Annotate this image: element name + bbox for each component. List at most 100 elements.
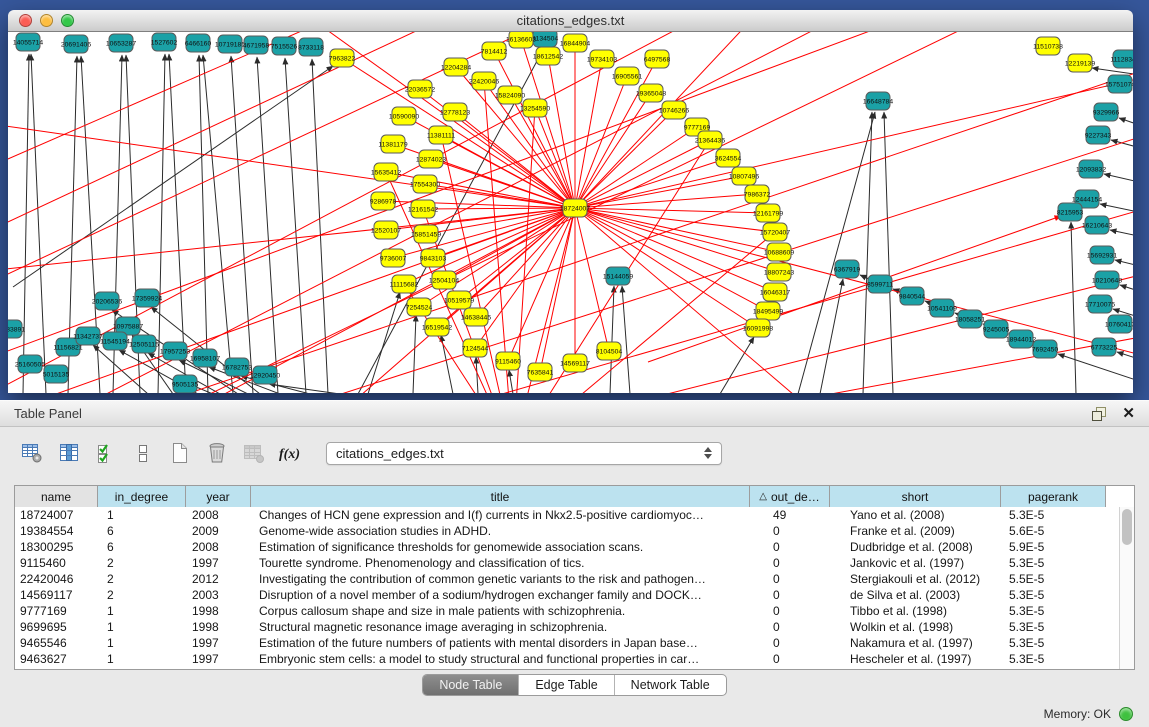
graph-node[interactable]: 15144059 [603, 267, 633, 285]
graph-node[interactable]: 19734103 [587, 50, 617, 68]
graph-node[interactable]: 18724007 [560, 199, 590, 217]
table-row[interactable]: 1456911722003Disruption of a novel membe… [15, 587, 1119, 603]
graph-node[interactable]: 10541109 [927, 299, 957, 317]
graph-node[interactable]: 22420046 [469, 72, 499, 90]
close-panel-icon[interactable]: ✕ [1122, 407, 1135, 421]
scrollbar-thumb[interactable] [1122, 509, 1132, 545]
graph-node[interactable]: 16958107 [190, 349, 220, 367]
graph-node[interactable]: 15824090 [495, 86, 525, 104]
graph-node[interactable]: 7986372 [744, 185, 771, 203]
graph-node[interactable]: 16136603 [506, 32, 536, 48]
graph-node[interactable]: 12874023 [416, 150, 446, 168]
unselect-all-rows-button[interactable] [127, 438, 159, 468]
graph-node[interactable]: 17710075 [1085, 295, 1115, 313]
graph-node[interactable]: 22036572 [405, 80, 435, 98]
graph-node[interactable]: 10653287 [106, 34, 136, 52]
graph-node[interactable]: 13254590 [520, 99, 550, 117]
graph-node[interactable]: 6497568 [644, 50, 671, 68]
graph-node[interactable]: 10519579 [444, 291, 474, 309]
graph-node[interactable]: 6773225 [1091, 338, 1118, 356]
table-scrollbar[interactable] [1119, 507, 1134, 669]
graph-node[interactable]: 8215953 [1057, 203, 1084, 221]
graph-node[interactable]: 16046317 [760, 283, 790, 301]
graph-node[interactable]: 16091998 [743, 319, 773, 337]
graph-node[interactable]: 15851459 [411, 225, 441, 243]
graph-node[interactable]: 21364436 [695, 131, 725, 149]
column-header-out-degree[interactable]: △out_de… [750, 486, 830, 507]
graph-node[interactable]: 15751074 [1105, 75, 1133, 93]
new-document-button[interactable] [164, 438, 196, 468]
graph-node[interactable]: 15635412 [371, 163, 401, 181]
graph-node[interactable]: 12093832 [1076, 160, 1106, 178]
table-settings-button[interactable] [16, 438, 48, 468]
graph-node[interactable]: 10210648 [1092, 271, 1122, 289]
tab-network-table[interactable]: Network Table [615, 675, 726, 695]
graph-node[interactable]: 16519542 [422, 318, 452, 336]
delete-table-button[interactable] [238, 438, 270, 468]
column-header-name[interactable]: name [15, 486, 98, 507]
graph-node[interactable]: 11342737 [73, 327, 103, 345]
graph-node[interactable]: 10719185 [215, 35, 245, 53]
graph-node[interactable]: 18944012 [1006, 330, 1036, 348]
graph-node[interactable]: 16844904 [560, 34, 590, 52]
table-row[interactable]: 969969511998Structural magnetic resonanc… [15, 619, 1119, 635]
column-header-year[interactable]: year [186, 486, 251, 507]
graph-node[interactable]: 12920450 [250, 366, 280, 384]
column-header-short[interactable]: short [830, 486, 1001, 507]
graph-node[interactable]: 18495499 [753, 302, 783, 320]
graph-node[interactable]: 16905561 [612, 67, 642, 85]
graph-node[interactable]: 11510738 [1033, 37, 1063, 55]
function-builder-button[interactable]: f(x) [275, 438, 307, 468]
graph-node[interactable]: 9115460 [495, 352, 521, 370]
table-select-dropdown[interactable]: citations_edges.txt [326, 442, 722, 465]
graph-node[interactable]: 8104504 [596, 342, 623, 360]
graph-node[interactable]: 12505115 [129, 335, 159, 353]
graph-node[interactable]: 12504104 [429, 271, 459, 289]
graph-node[interactable]: 10688609 [764, 243, 794, 261]
graph-node[interactable]: 16648784 [863, 92, 893, 110]
graph-node[interactable]: 9505135 [172, 375, 199, 393]
graph-node[interactable]: 10807496 [729, 167, 759, 185]
graph-node[interactable]: 7814412 [481, 42, 508, 60]
graph-node[interactable]: 5015135 [43, 365, 70, 383]
graph-node[interactable]: 17957253 [160, 342, 190, 360]
graph-node[interactable]: 8733118 [298, 38, 324, 56]
graph-node[interactable]: 3624554 [715, 149, 742, 167]
graph-node[interactable]: 10760417 [1105, 315, 1133, 333]
graph-node[interactable]: 12219139 [1065, 54, 1095, 72]
table-row[interactable]: 1830029562008Estimation of significance … [15, 539, 1119, 555]
graph-node[interactable]: 7692450 [1032, 340, 1059, 358]
zoom-window-button[interactable] [61, 14, 74, 27]
graph-node[interactable]: 18058251 [955, 310, 985, 328]
graph-node[interactable]: 9736007 [380, 249, 407, 267]
select-columns-button[interactable] [53, 438, 85, 468]
table-row[interactable]: 946362711997Embryonic stem cells: a mode… [15, 651, 1119, 667]
column-header-in-degree[interactable]: in_degree [98, 486, 186, 507]
graph-node[interactable]: 7124544 [462, 339, 489, 357]
graph-node[interactable]: 16210643 [1082, 216, 1112, 234]
graph-node[interactable]: 15720407 [760, 223, 790, 241]
graph-node[interactable]: 4671958 [243, 36, 270, 54]
graph-node[interactable]: 18807243 [764, 263, 794, 281]
graph-node[interactable]: 12161542 [408, 200, 438, 218]
graph-node[interactable]: 11381179 [378, 135, 407, 153]
column-header-title[interactable]: title [251, 486, 750, 507]
table-row[interactable]: 946554611997Estimation of the future num… [15, 635, 1119, 651]
graph-node[interactable]: 11115682 [390, 275, 419, 293]
graph-node[interactable]: 10590090 [389, 107, 419, 125]
graph-node[interactable]: 20691406 [61, 35, 91, 53]
graph-node[interactable]: 9840544 [899, 287, 926, 305]
tab-edge-table[interactable]: Edge Table [519, 675, 614, 695]
graph-node[interactable]: 11545194 [100, 332, 130, 350]
graph-node[interactable]: 6466160 [185, 34, 212, 52]
graph-node[interactable]: 14055714 [13, 33, 43, 51]
graph-node[interactable]: 19365048 [636, 84, 666, 102]
table-row[interactable]: 1872400712008Changes of HCN gene express… [15, 507, 1119, 523]
float-panel-icon[interactable] [1092, 407, 1106, 421]
graph-node[interactable]: 9843103 [420, 249, 447, 267]
column-header-pagerank[interactable]: pagerank [1001, 486, 1106, 507]
network-canvas[interactable]: 1405571420691406106532871527602646616010… [8, 32, 1133, 393]
graph-node[interactable]: 14569117 [560, 354, 590, 372]
graph-node[interactable]: 12778123 [440, 103, 470, 121]
table-row[interactable]: 1938455462009Genome-wide association stu… [15, 523, 1119, 539]
